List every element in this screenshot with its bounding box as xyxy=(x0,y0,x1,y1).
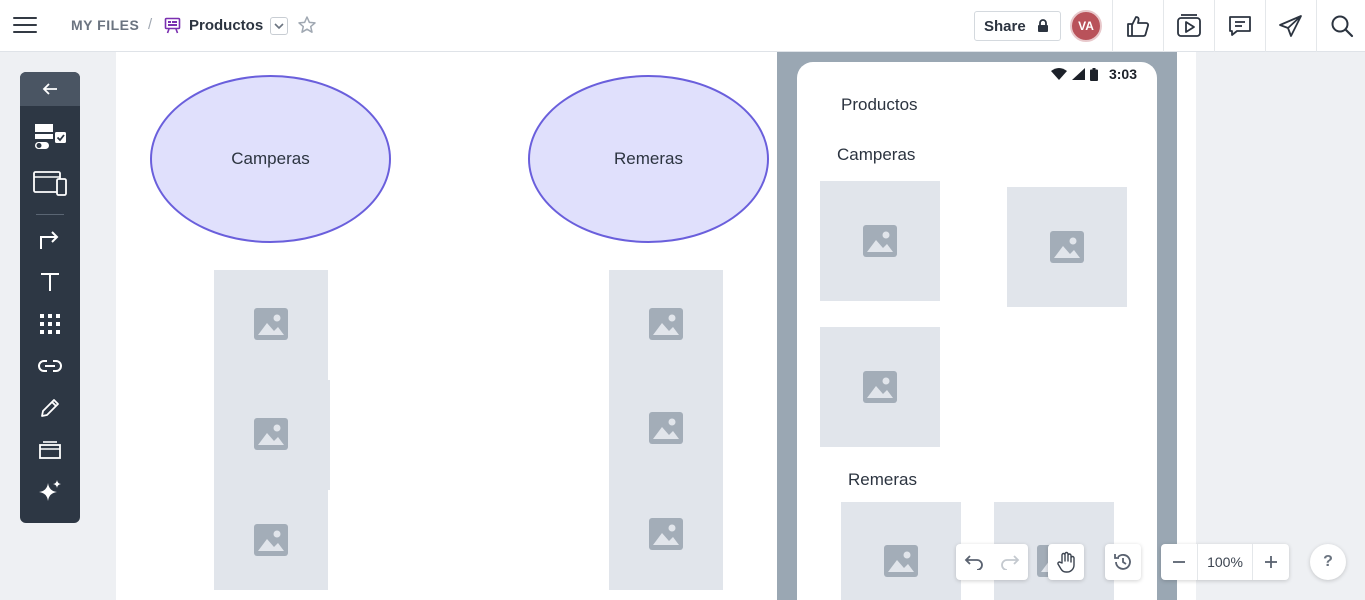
text-icon xyxy=(41,273,59,291)
top-bar: MY FILES / Productos Share VA xyxy=(0,0,1365,52)
phone-title: Productos xyxy=(841,95,918,114)
image-icon xyxy=(884,545,918,577)
undo-redo-group xyxy=(956,544,1028,580)
image-placeholder[interactable] xyxy=(214,490,328,590)
menu-icon[interactable] xyxy=(13,17,37,35)
phone-status-bar: 3:03 xyxy=(1050,66,1137,82)
signal-icon xyxy=(1071,68,1085,80)
avatar[interactable]: VA xyxy=(1070,10,1102,42)
image-icon xyxy=(254,524,288,556)
image-icon xyxy=(649,518,683,550)
image-placeholder[interactable] xyxy=(820,327,940,447)
image-icon xyxy=(863,225,897,257)
ellipse-remeras[interactable]: Remeras xyxy=(528,75,769,243)
minus-icon xyxy=(1173,561,1185,563)
pencil-icon xyxy=(41,399,59,417)
battery-icon xyxy=(1089,67,1098,81)
image-icon xyxy=(649,308,683,340)
present-button[interactable] xyxy=(1163,0,1213,52)
phone-section-remeras: Remeras xyxy=(848,470,917,489)
connector-arrow-icon xyxy=(40,231,59,249)
frame-tool[interactable] xyxy=(30,432,70,468)
link-tool[interactable] xyxy=(30,348,70,384)
image-placeholder[interactable] xyxy=(609,270,723,375)
image-placeholder[interactable] xyxy=(214,380,330,490)
publish-button[interactable] xyxy=(1265,0,1315,52)
history-button[interactable] xyxy=(1105,544,1141,580)
pen-tool[interactable] xyxy=(30,390,70,426)
thumbs-up-icon xyxy=(1126,16,1149,37)
image-placeholder[interactable] xyxy=(841,502,961,600)
phone-screen: 3:03 Productos Camperas Remeras xyxy=(797,62,1157,600)
undo-icon xyxy=(964,555,983,570)
image-icon xyxy=(254,308,288,340)
sparkle-icon xyxy=(39,480,61,501)
image-placeholder[interactable] xyxy=(820,181,940,301)
history-group xyxy=(1105,544,1141,580)
pan-tool-group xyxy=(1048,544,1084,580)
image-placeholder[interactable] xyxy=(1007,187,1127,307)
canvas[interactable]: Camperas Remeras 3:03 Productos Camperas xyxy=(116,52,1196,600)
lock-icon xyxy=(1038,19,1048,32)
plus-icon xyxy=(1265,556,1277,568)
grid-dots-icon xyxy=(40,314,60,334)
image-icon xyxy=(649,412,683,444)
hand-tool-button[interactable] xyxy=(1048,544,1084,580)
zoom-in-button[interactable] xyxy=(1253,544,1289,580)
comments-button[interactable] xyxy=(1214,0,1264,52)
zoom-out-button[interactable] xyxy=(1161,544,1197,580)
form-controls-icon xyxy=(35,124,66,149)
image-placeholder[interactable] xyxy=(609,480,723,590)
breadcrumb-my-files[interactable]: MY FILES xyxy=(71,17,139,33)
share-label: Share xyxy=(984,18,1026,35)
search-button[interactable] xyxy=(1316,0,1365,52)
chevron-down-icon xyxy=(274,23,284,30)
breadcrumb-separator: / xyxy=(148,16,153,33)
image-placeholder[interactable] xyxy=(214,270,328,380)
undo-button[interactable] xyxy=(956,544,992,580)
history-icon xyxy=(1114,554,1131,570)
comment-icon xyxy=(1228,16,1251,36)
arrow-left-icon xyxy=(42,83,57,95)
search-icon xyxy=(1331,15,1353,38)
title-dropdown-button[interactable] xyxy=(270,17,288,35)
phone-section-camperas: Camperas xyxy=(837,145,916,164)
phone-time: 3:03 xyxy=(1108,66,1137,82)
link-icon xyxy=(38,360,62,372)
document-title[interactable]: Productos xyxy=(189,17,263,34)
image-placeholder[interactable] xyxy=(609,375,723,480)
redo-icon xyxy=(1001,555,1020,570)
collapse-toolbar-button[interactable] xyxy=(20,72,80,106)
help-button[interactable]: ? xyxy=(1310,544,1346,580)
connector-tool[interactable] xyxy=(30,221,70,257)
devices-tool[interactable] xyxy=(30,165,70,201)
image-icon xyxy=(254,418,288,450)
play-slides-icon xyxy=(1176,14,1201,37)
shapes-grid-tool[interactable] xyxy=(30,306,70,342)
zoom-level[interactable]: 100% xyxy=(1197,544,1253,580)
ai-assistant-tool[interactable] xyxy=(30,474,70,510)
redo-button[interactable] xyxy=(992,544,1028,580)
phone-mockup-frame[interactable]: 3:03 Productos Camperas Remeras xyxy=(777,52,1177,600)
left-toolbar xyxy=(20,72,80,523)
image-icon xyxy=(1050,231,1084,263)
frame-icon xyxy=(39,441,61,459)
screens-icon xyxy=(33,171,67,196)
wifi-icon xyxy=(1050,68,1067,80)
hand-icon xyxy=(1057,551,1075,573)
ui-components-tool[interactable] xyxy=(30,118,70,154)
share-button[interactable]: Share xyxy=(974,11,1061,41)
paper-plane-icon xyxy=(1278,15,1302,37)
image-icon xyxy=(863,371,897,403)
ellipse-camperas[interactable]: Camperas xyxy=(150,75,391,243)
zoom-controls: 100% xyxy=(1161,544,1289,580)
toolbar-divider xyxy=(36,214,64,215)
like-button[interactable] xyxy=(1112,0,1162,52)
star-icon[interactable] xyxy=(297,15,317,35)
text-tool[interactable] xyxy=(30,264,70,300)
prototype-doc-icon xyxy=(164,17,181,34)
